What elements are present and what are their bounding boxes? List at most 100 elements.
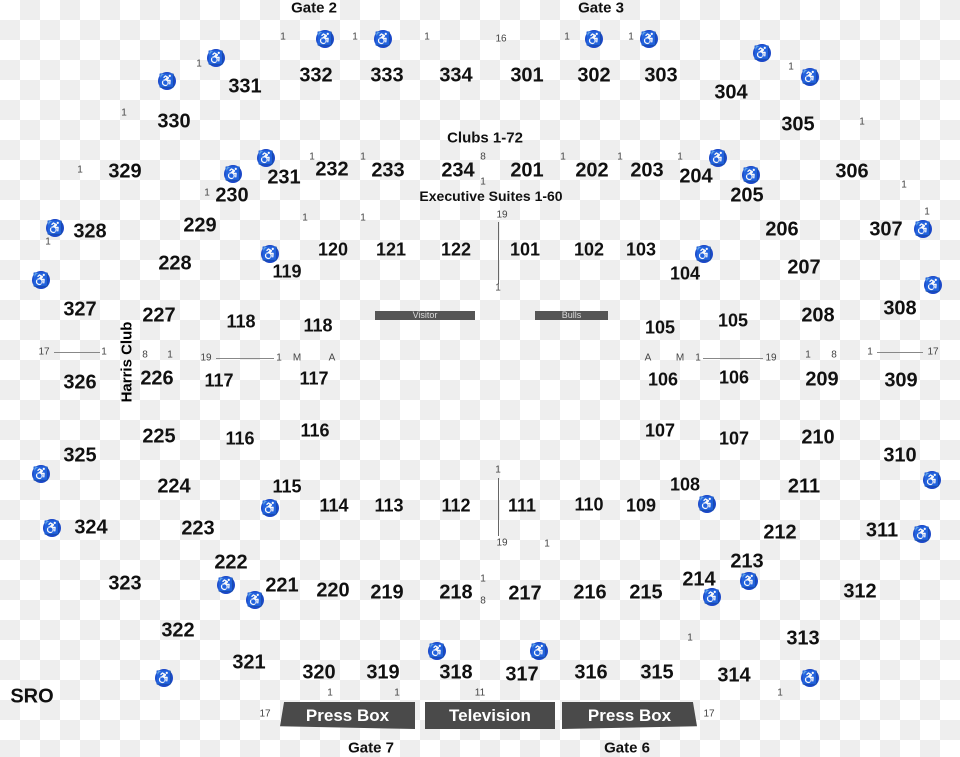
section-label[interactable]: 107: [719, 429, 749, 450]
section-label[interactable]: 311: [866, 520, 898, 543]
section-label[interactable]: 203: [630, 160, 663, 183]
section-label[interactable]: 212: [763, 522, 796, 545]
section-label[interactable]: 303: [644, 65, 677, 88]
section-label[interactable]: 218: [439, 582, 472, 605]
section-label[interactable]: 332: [299, 65, 332, 88]
section-label[interactable]: 216: [573, 582, 606, 605]
section-label[interactable]: 230: [215, 185, 248, 208]
section-label[interactable]: 117: [204, 371, 233, 392]
section-label[interactable]: 116: [225, 429, 254, 450]
section-label[interactable]: 209: [805, 369, 838, 392]
section-label[interactable]: 305: [781, 114, 814, 137]
section-label[interactable]: 101: [510, 240, 540, 261]
section-label[interactable]: 334: [439, 65, 472, 88]
section-label[interactable]: 317: [505, 664, 538, 687]
section-label[interactable]: 233: [371, 160, 404, 183]
section-label[interactable]: 313: [786, 628, 819, 651]
section-label[interactable]: 225: [142, 426, 175, 449]
section-label[interactable]: 111: [508, 496, 536, 517]
section-label[interactable]: 333: [370, 65, 403, 88]
section-label[interactable]: 205: [730, 185, 763, 208]
section-label[interactable]: 221: [265, 575, 298, 598]
section-label[interactable]: 226: [140, 368, 173, 391]
section-label[interactable]: 204: [679, 166, 712, 189]
section-label[interactable]: 310: [883, 445, 916, 468]
section-label[interactable]: 211: [788, 476, 820, 499]
section-label[interactable]: 327: [63, 299, 96, 322]
section-label[interactable]: 234: [441, 160, 474, 183]
section-label[interactable]: 224: [157, 476, 190, 499]
section-label[interactable]: 331: [228, 76, 261, 99]
section-label[interactable]: 217: [508, 583, 541, 606]
section-label[interactable]: 309: [884, 370, 917, 393]
section-label[interactable]: 324: [74, 517, 107, 540]
section-label[interactable]: 106: [719, 368, 749, 389]
section-label[interactable]: 330: [157, 111, 190, 134]
section-label[interactable]: 308: [883, 298, 916, 321]
section-label[interactable]: 222: [214, 552, 247, 575]
section-label[interactable]: 321: [232, 652, 265, 675]
section-label[interactable]: 231: [267, 167, 300, 190]
section-label[interactable]: 112: [441, 496, 470, 517]
section-label[interactable]: 320: [302, 662, 335, 685]
section-label[interactable]: 220: [316, 580, 349, 603]
row-marker: 17: [38, 346, 50, 358]
section-label[interactable]: 105: [645, 318, 675, 339]
section-label[interactable]: 229: [183, 215, 216, 238]
section-label[interactable]: 227: [142, 305, 175, 328]
section-label[interactable]: 208: [801, 305, 834, 328]
section-label[interactable]: 107: [645, 421, 675, 442]
section-label[interactable]: 113: [374, 496, 403, 517]
section-label[interactable]: 302: [577, 65, 610, 88]
wheelchair-icon: ♿: [224, 165, 242, 183]
section-label[interactable]: 207: [787, 257, 820, 280]
section-label[interactable]: 122: [441, 240, 471, 261]
section-label[interactable]: 109: [626, 496, 656, 517]
section-label[interactable]: 306: [835, 161, 868, 184]
section-label[interactable]: 106: [648, 370, 678, 391]
section-label[interactable]: 114: [319, 496, 348, 517]
section-label[interactable]: 223: [181, 518, 214, 541]
section-label[interactable]: 322: [161, 620, 194, 643]
section-label[interactable]: 105: [718, 311, 748, 332]
section-label[interactable]: 329: [108, 161, 141, 184]
section-label[interactable]: 325: [63, 445, 96, 468]
section-label[interactable]: 314: [717, 665, 750, 688]
section-label[interactable]: 215: [629, 582, 662, 605]
section-label[interactable]: 307: [869, 219, 902, 242]
section-label[interactable]: 315: [640, 662, 673, 685]
section-label[interactable]: 213: [730, 551, 763, 574]
section-label[interactable]: 219: [370, 582, 403, 605]
section-label[interactable]: 115: [272, 477, 301, 498]
section-label[interactable]: 121: [376, 240, 406, 261]
section-label[interactable]: 103: [626, 240, 656, 261]
section-label[interactable]: 316: [574, 662, 607, 685]
section-label[interactable]: 108: [670, 475, 700, 496]
section-label[interactable]: 119: [272, 262, 301, 283]
section-label[interactable]: 319: [366, 662, 399, 685]
section-label[interactable]: 210: [801, 427, 834, 450]
section-label[interactable]: 312: [843, 581, 876, 604]
section-label[interactable]: 228: [158, 253, 191, 276]
section-label[interactable]: 118: [226, 312, 255, 333]
section-label[interactable]: 110: [574, 495, 603, 516]
section-label[interactable]: 304: [714, 82, 747, 105]
section-label[interactable]: 318: [439, 662, 472, 685]
section-label[interactable]: 102: [574, 240, 604, 261]
section-label[interactable]: 202: [575, 160, 608, 183]
section-label[interactable]: 328: [73, 221, 106, 244]
gate-2-label: Gate 2: [291, 0, 337, 17]
section-label[interactable]: 206: [765, 219, 798, 242]
section-label[interactable]: 201: [510, 160, 543, 183]
section-label[interactable]: 301: [510, 65, 543, 88]
section-label[interactable]: 118: [303, 316, 332, 337]
row-line: [877, 352, 923, 353]
section-label[interactable]: 116: [300, 421, 329, 442]
section-label[interactable]: 323: [108, 573, 141, 596]
section-label[interactable]: 326: [63, 372, 96, 395]
section-label[interactable]: 232: [315, 159, 348, 182]
section-label[interactable]: 117: [299, 369, 328, 390]
section-label[interactable]: 104: [670, 264, 700, 285]
section-label[interactable]: 120: [318, 240, 348, 261]
row-marker: 19: [765, 352, 777, 364]
